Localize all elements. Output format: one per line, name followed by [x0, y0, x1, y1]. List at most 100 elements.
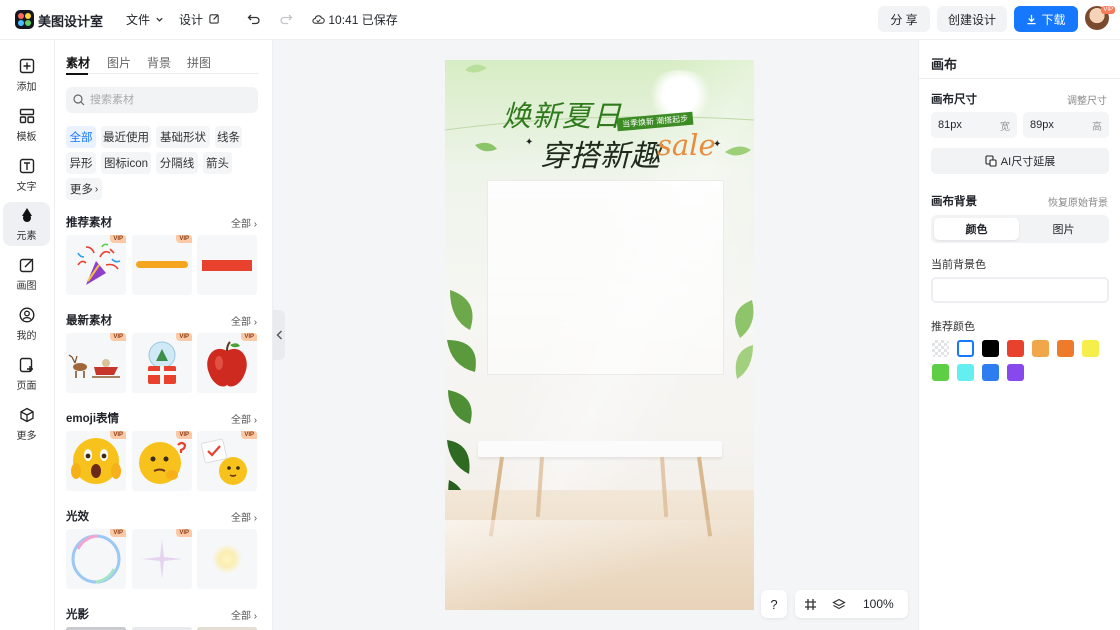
vip-badge: VIP	[110, 431, 126, 439]
tab-images[interactable]: 图片	[107, 54, 131, 71]
thumb-reindeer-sleigh[interactable]: VIP	[66, 333, 126, 393]
app-logo-icon[interactable]	[15, 10, 34, 29]
text-icon	[19, 158, 34, 173]
chip-lines[interactable]: 线条	[215, 126, 242, 148]
avatar-vip-badge: VIP	[1101, 6, 1115, 14]
chip-icons[interactable]: 图标icon	[101, 152, 151, 174]
grid-icon[interactable]	[804, 598, 817, 611]
rail-item-draw[interactable]: 画图	[3, 252, 50, 296]
ai-size-extend-button[interactable]: AI尺寸延展	[931, 148, 1109, 174]
chip-all[interactable]: 全部	[66, 126, 96, 148]
help-button[interactable]: ?	[761, 590, 787, 618]
height-value: 89px	[1030, 119, 1054, 131]
user-avatar[interactable]: VIP	[1085, 6, 1115, 30]
thumb-thinking-emoji[interactable]: VIP	[132, 431, 192, 491]
current-bg-color-box[interactable]	[931, 277, 1109, 303]
swatch-yellow[interactable]	[1082, 340, 1099, 357]
bg-type-segmented: 颜色 图片	[931, 215, 1109, 243]
section-all-light-effects[interactable]: 全部 ›	[231, 509, 257, 524]
poster-title-line2[interactable]: 穿搭新趣	[540, 131, 660, 175]
poster-leaves-right	[735, 300, 754, 379]
chip-more[interactable]: 更多 ›	[66, 178, 102, 200]
poster-title-line1[interactable]: 焕新夏日	[502, 93, 622, 135]
rail-item-add[interactable]: 添加	[3, 53, 50, 97]
section-all-emoji[interactable]: 全部 ›	[231, 411, 257, 426]
rail-label: 画图	[16, 280, 37, 292]
swatch-purple[interactable]	[1007, 364, 1024, 381]
rail-item-more[interactable]: 更多	[3, 402, 50, 446]
height-field[interactable]: 89px 高	[1023, 112, 1109, 138]
save-status-text: 10:41 已保存	[328, 13, 398, 27]
template-icon	[19, 108, 34, 123]
design-canvas[interactable]: 焕新夏日 当季焕新 潮搭起步 穿搭新趣 sale ✦ ✦	[445, 60, 754, 610]
share-button[interactable]: 分 享	[878, 6, 930, 32]
thumb-bubble-ring[interactable]: VIP	[66, 529, 126, 589]
thumb-sign-emoji[interactable]: VIP	[197, 431, 257, 491]
section-title-emoji: emoji表情	[66, 413, 120, 425]
user-icon	[18, 306, 35, 323]
search-box[interactable]	[66, 87, 258, 113]
swatch-orange[interactable]	[1057, 340, 1074, 357]
chip-arrows[interactable]: 箭头	[203, 152, 232, 174]
thumb-glow-light[interactable]	[197, 529, 257, 589]
redo-icon[interactable]	[277, 10, 295, 28]
swatch-blue[interactable]	[982, 364, 999, 381]
rail-item-elements[interactable]: 元素	[3, 202, 50, 246]
swatch-light-orange[interactable]	[1032, 340, 1049, 357]
thumb-red-apple[interactable]: VIP	[197, 333, 257, 393]
chip-recent[interactable]: 最近使用	[101, 126, 151, 148]
thumb-snow-globe[interactable]: VIP	[132, 333, 192, 393]
thumb-shocked-emoji[interactable]: VIP	[66, 431, 126, 491]
swatch-white[interactable]	[957, 340, 974, 357]
poster-window-panel	[487, 180, 724, 375]
width-unit: 宽	[1000, 121, 1010, 133]
chip-basic-shapes[interactable]: 基础形状	[156, 126, 210, 148]
rail-item-page[interactable]: 页面	[3, 352, 50, 396]
vip-badge: VIP	[176, 431, 192, 439]
poster-sale-text[interactable]: sale	[657, 128, 716, 162]
section-all-recommended[interactable]: 全部 ›	[231, 215, 257, 230]
width-field[interactable]: 81px 宽	[931, 112, 1017, 138]
adjust-size-link[interactable]: 调整尺寸	[1067, 92, 1107, 107]
swatch-red[interactable]	[1007, 340, 1024, 357]
section-all-light-shadow[interactable]: 全部 ›	[231, 607, 257, 622]
undo-icon[interactable]	[245, 10, 263, 28]
seg-color[interactable]: 颜色	[934, 218, 1019, 240]
swatch-transparent[interactable]	[932, 340, 949, 357]
design-menu[interactable]: 设计	[179, 11, 220, 28]
rail-item-template[interactable]: 模板	[3, 103, 50, 147]
chip-dividers[interactable]: 分隔线	[156, 152, 198, 174]
thumb-party-popper[interactable]: VIP	[66, 235, 126, 295]
rail-label: 添加	[16, 81, 37, 93]
swatch-green[interactable]	[932, 364, 949, 381]
tab-materials[interactable]: 素材	[66, 54, 90, 71]
vip-badge: VIP	[110, 529, 126, 537]
panel-title: 画布	[931, 57, 958, 72]
download-button[interactable]: 下载	[1014, 6, 1078, 32]
panel-collapse-handle[interactable]	[273, 310, 285, 360]
thumb-red-rectangle[interactable]	[197, 235, 257, 295]
tab-backgrounds[interactable]: 背景	[147, 54, 171, 71]
search-input[interactable]	[90, 94, 250, 106]
create-design-button[interactable]: 创建设计	[937, 6, 1007, 32]
layers-icon[interactable]	[832, 598, 846, 611]
zoom-value[interactable]: 100%	[863, 597, 894, 611]
shapes-icon	[21, 207, 32, 222]
bubble-ring-icon	[71, 534, 121, 584]
restore-bg-link[interactable]: 恢复原始背景	[1048, 194, 1108, 209]
section-all-label: 全部	[231, 415, 251, 426]
thumb-yellow-brush[interactable]: VIP	[132, 235, 192, 295]
canvas-size-label: 画布尺寸	[931, 94, 977, 106]
rail-label: 文字	[16, 181, 37, 193]
chip-irregular[interactable]: 异形	[66, 152, 96, 174]
thumb-sparkle-light[interactable]: VIP	[132, 529, 192, 589]
rail-item-text[interactable]: 文字	[3, 153, 50, 197]
rail-item-mine[interactable]: 我的	[3, 302, 50, 346]
tab-collage[interactable]: 拼图	[187, 54, 211, 71]
file-menu[interactable]: 文件	[126, 11, 164, 28]
section-all-latest[interactable]: 全部 ›	[231, 313, 257, 328]
asset-panel: 素材 图片 背景 拼图 全部 最近使用 基础形状 线条 异形 图标icon 分隔…	[55, 40, 273, 630]
swatch-cyan[interactable]	[957, 364, 974, 381]
seg-image[interactable]: 图片	[1021, 218, 1106, 240]
swatch-black[interactable]	[982, 340, 999, 357]
